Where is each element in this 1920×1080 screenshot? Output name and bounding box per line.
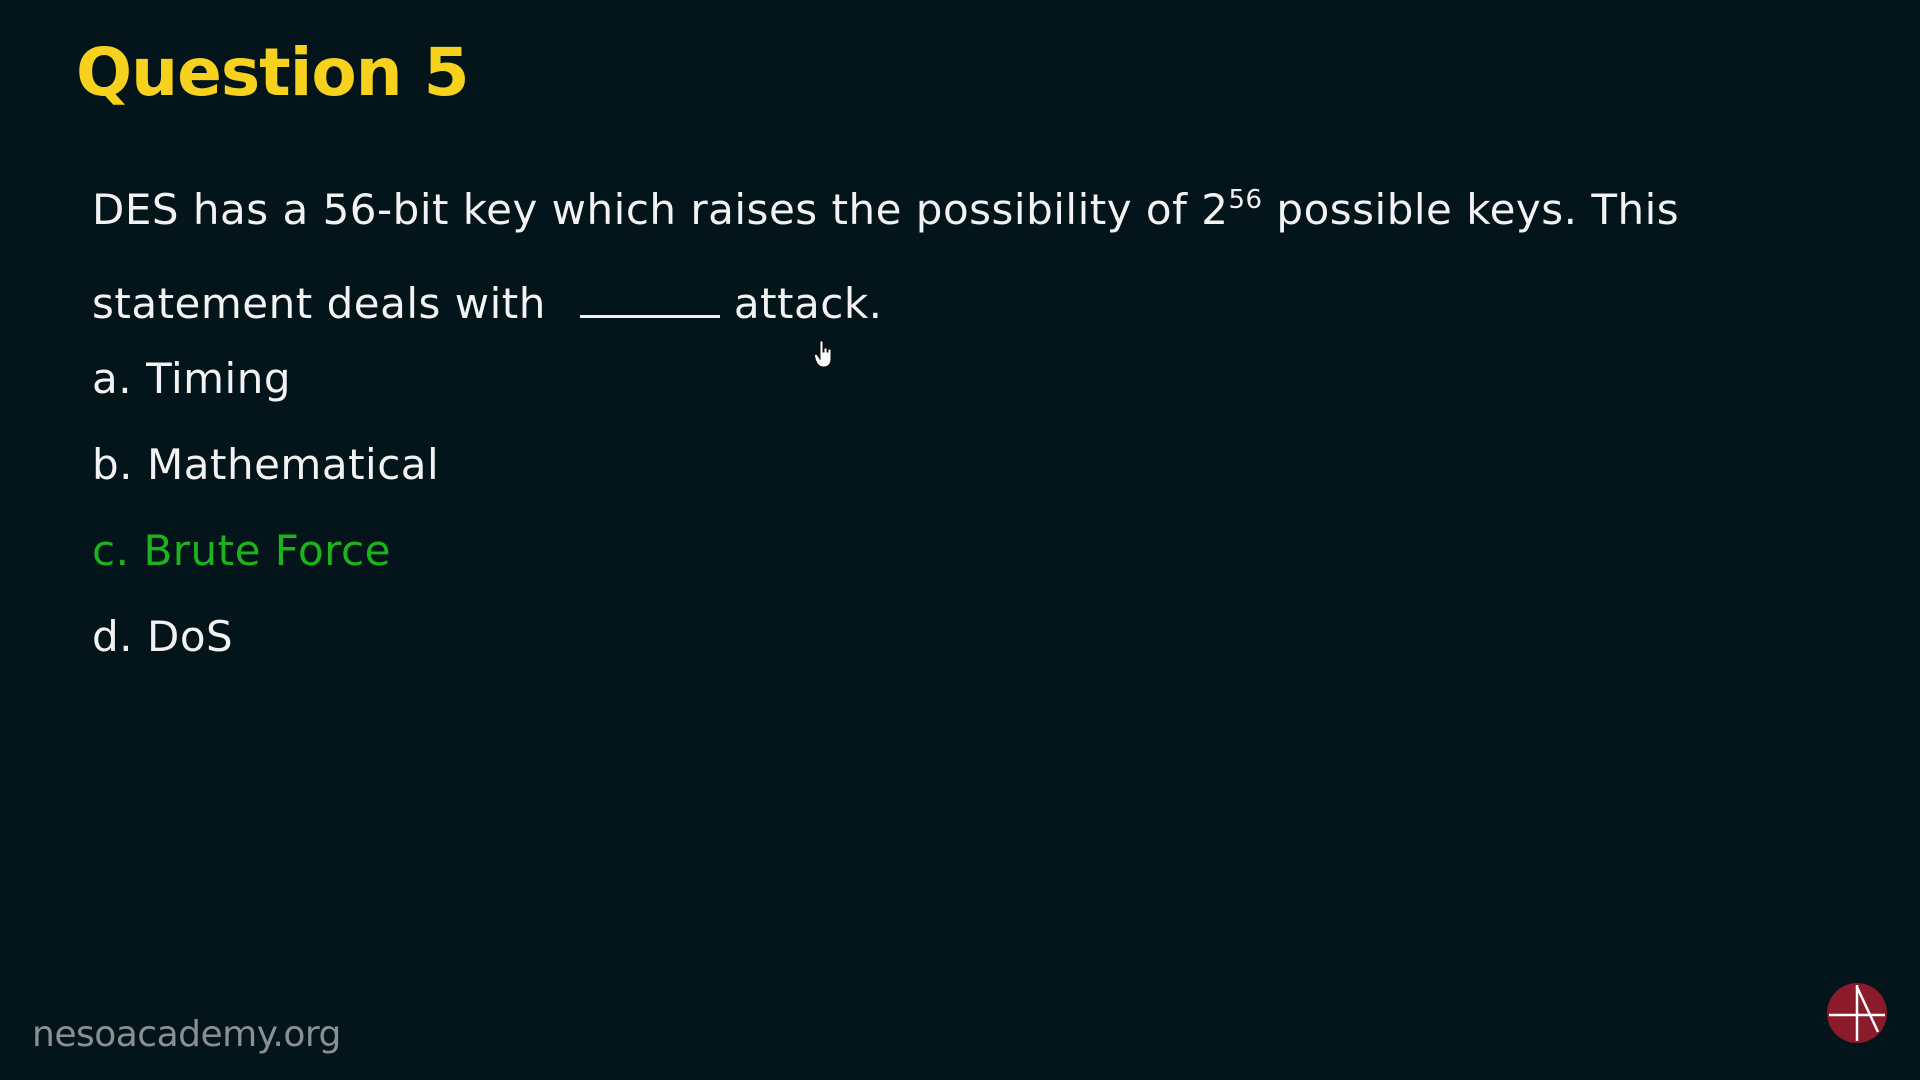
answer-blank <box>579 279 720 318</box>
option-d[interactable]: d. DoS <box>92 594 439 680</box>
option-text: Mathematical <box>147 440 440 489</box>
slide-title: Question 5 <box>76 34 470 111</box>
option-a[interactable]: a. Timing <box>92 336 439 422</box>
option-letter: b. <box>92 440 134 489</box>
option-text: Timing <box>146 354 291 403</box>
option-text: Brute Force <box>143 526 391 575</box>
question-line1-start: DES has a 56-bit key which raises the po… <box>92 185 1229 234</box>
option-letter: c. <box>92 526 130 575</box>
option-text: DoS <box>147 612 234 661</box>
option-letter: a. <box>92 354 133 403</box>
watermark-text: nesoacademy.org <box>32 1014 341 1055</box>
question-line2-end: attack. <box>733 279 883 328</box>
answer-options: a. Timing b. Mathematical c. Brute Force d.… <box>92 336 439 680</box>
hand-pointer-icon <box>814 340 832 368</box>
quiz-slide: Question 5 DES has a 56-bit key which ra… <box>0 0 1920 1080</box>
option-letter: d. <box>92 612 134 661</box>
question-text: DES has a 56-bit key which raises the po… <box>92 166 1812 348</box>
exponent: 56 <box>1228 185 1263 215</box>
option-c-correct[interactable]: c. Brute Force <box>92 508 439 594</box>
question-line1-end: possible keys. This <box>1262 185 1680 234</box>
option-b[interactable]: b. Mathematical <box>92 422 439 508</box>
neso-academy-logo-icon <box>1827 983 1887 1043</box>
question-line2-start: statement deals with <box>92 279 546 328</box>
